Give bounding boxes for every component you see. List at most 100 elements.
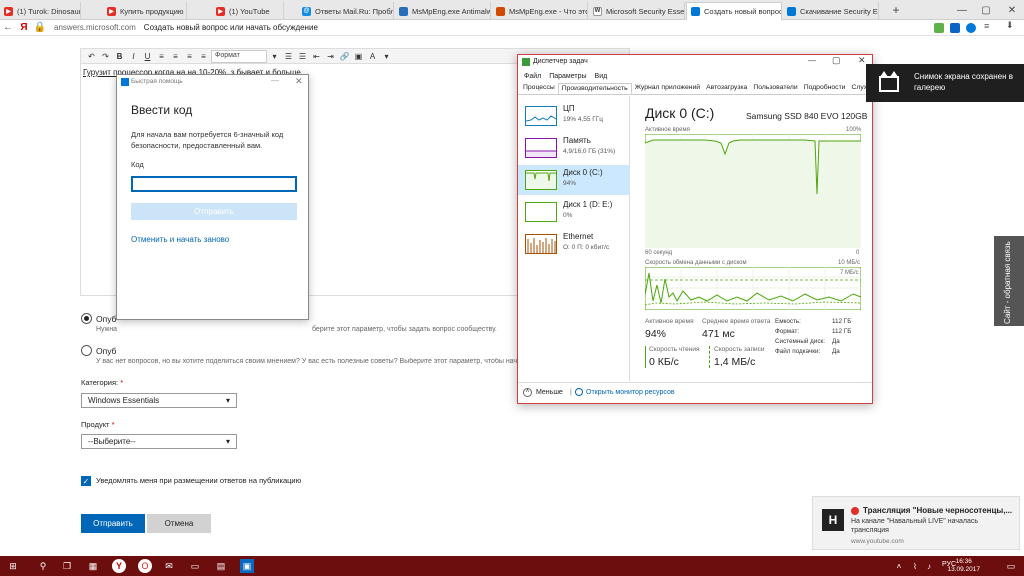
align-left-icon[interactable]: ≡	[155, 50, 168, 63]
product-select[interactable]: --Выберите-- ▾	[81, 434, 237, 449]
numbered-list-icon[interactable]: ☰	[296, 50, 309, 63]
resource-disk1[interactable]: Диск 1 (D: E:) 0%	[518, 197, 630, 227]
extension-icon[interactable]	[934, 23, 944, 33]
radio-question-desc-right: берите этот параметр, чтобы задать вопро…	[312, 326, 497, 333]
app-icon[interactable]: ▤	[214, 559, 228, 573]
cancel-restart-link[interactable]: Отменить и начать заново	[131, 235, 229, 244]
code-input[interactable]	[131, 176, 297, 192]
resource-memory[interactable]: Память 4,9/16,0 ГБ (31%)	[518, 133, 630, 163]
yandex-logo-icon[interactable]: Я	[16, 22, 32, 33]
volume-icon[interactable]: ♪	[922, 559, 936, 573]
close-icon[interactable]: ✕	[858, 55, 866, 66]
open-resource-monitor-link[interactable]: Открыть монитор ресурсов	[586, 389, 675, 396]
new-tab-button[interactable]: +	[884, 0, 908, 20]
browser-tab-active[interactable]: Создать новый вопрос	[686, 2, 782, 20]
tab-performance[interactable]: Производительность	[557, 83, 632, 94]
menu-options[interactable]: Параметры	[549, 73, 586, 80]
search-icon[interactable]: ⚲	[36, 559, 50, 573]
tray-chevron-icon[interactable]: ˄	[892, 559, 906, 573]
browser-tab[interactable]: W Microsoft Security Essent	[589, 2, 685, 20]
tab-users[interactable]: Пользователи	[750, 83, 800, 94]
outdent-icon[interactable]: ⇤	[310, 50, 323, 63]
submit-button[interactable]: Отправить	[81, 514, 145, 533]
back-icon[interactable]: ←	[0, 22, 16, 33]
yandex-browser-icon[interactable]: Y	[112, 559, 126, 573]
resource-disk0[interactable]: Диск 0 (C:) 94%	[518, 165, 630, 195]
browser-tab[interactable]: ▶ (1) YouTube	[212, 2, 284, 20]
tab-details[interactable]: Подробности	[801, 83, 849, 94]
align-right-icon[interactable]: ≡	[183, 50, 196, 63]
extension-icon[interactable]	[950, 23, 960, 33]
youtube-toast[interactable]: Н Трансляция "Новые черносотенцы,... На …	[812, 496, 1020, 550]
radio-question-desc-left: Нужна	[96, 326, 118, 333]
prop-format-value: 112 ГБ	[832, 328, 852, 335]
notify-label: Уведомлять меня при размещении ответов н…	[96, 476, 302, 485]
network-icon[interactable]: ⌇	[908, 559, 922, 573]
feedback-tab[interactable]: Сайт - обратная связь	[994, 236, 1024, 326]
store-icon[interactable]: ▦	[86, 559, 100, 573]
browser-tab[interactable]: MsMpEng.exe - Что это	[492, 2, 588, 20]
browser-tab[interactable]: Скачивание Security Esse	[783, 2, 879, 20]
onedrive-icon[interactable]	[966, 23, 976, 33]
radio-discussion-desc: У вас нет вопросов, но вы хотите поделит…	[96, 358, 518, 365]
tab-processes[interactable]: Процессы	[520, 83, 558, 94]
maximize-icon[interactable]: ▢	[832, 55, 841, 66]
browser-tab[interactable]: @ Ответы Mail.Ru: Пробле	[298, 2, 394, 20]
prop-system-value: Да	[832, 338, 840, 345]
bullet-list-icon[interactable]: ☰	[282, 50, 295, 63]
memory-thumbnail	[525, 138, 557, 158]
align-center-icon[interactable]: ≡	[169, 50, 182, 63]
browser-tab[interactable]: MsMpEng.exe Antimalwa	[395, 2, 491, 20]
category-select[interactable]: Windows Essentials ▾	[81, 393, 237, 408]
menu-file[interactable]: Файл	[524, 73, 541, 80]
action-center-icon[interactable]: ▭	[1004, 559, 1018, 573]
code-label: Код	[131, 160, 144, 169]
task-view-icon[interactable]: ❐	[60, 559, 74, 573]
minimize-icon[interactable]: —	[950, 0, 974, 20]
maximize-icon[interactable]: ▢	[974, 0, 998, 20]
undo-icon[interactable]: ↶	[85, 50, 98, 63]
quick-assist-taskbar-icon[interactable]: ▣	[240, 559, 254, 573]
microsoft-icon	[787, 6, 796, 16]
redo-icon[interactable]: ↷	[99, 50, 112, 63]
dropdown-icon[interactable]: ▾	[380, 50, 393, 63]
minimize-icon[interactable]: —	[271, 76, 279, 85]
opera-icon[interactable]: O	[138, 559, 152, 573]
browser-tab[interactable]: ▶Купить продукцию онла	[103, 2, 187, 20]
format-select[interactable]: Формат	[211, 49, 267, 63]
download-icon[interactable]: ⬇	[1006, 20, 1016, 30]
send-button[interactable]: Отправить	[131, 203, 297, 220]
folder-icon[interactable]: ▭	[188, 559, 202, 573]
prop-system-key: Системный диск:	[775, 338, 825, 345]
dropdown-icon[interactable]: ▾	[268, 50, 281, 63]
close-icon[interactable]: ✕	[295, 76, 303, 87]
fewer-details-button[interactable]: Меньше	[536, 389, 563, 396]
menu-icon[interactable]: ≡	[984, 21, 994, 31]
italic-icon[interactable]: I	[127, 50, 140, 63]
url-text[interactable]: answers.microsoft.com	[54, 23, 136, 32]
tab-startup[interactable]: Автозагрузка	[703, 83, 750, 94]
start-icon[interactable]: ⊞	[6, 559, 20, 573]
cancel-button[interactable]: Отмена	[147, 514, 211, 533]
radio-discussion[interactable]	[81, 345, 92, 356]
link-icon[interactable]: 🔗	[338, 50, 351, 63]
underline-icon[interactable]: U	[141, 50, 154, 63]
image-icon[interactable]: ▣	[352, 50, 365, 63]
indent-icon[interactable]: ⇥	[324, 50, 337, 63]
tab-app-history[interactable]: Журнал приложений	[632, 83, 703, 94]
screenshot-toast[interactable]: Снимок экрана сохранен в галерею	[866, 64, 1024, 102]
bold-icon[interactable]: B	[113, 50, 126, 63]
menu-view[interactable]: Вид	[595, 73, 608, 80]
browser-tab[interactable]: ▶(1) Turok: Dinosaur Hunte	[0, 2, 81, 20]
font-color-icon[interactable]: A	[366, 50, 379, 63]
minimize-icon[interactable]: —	[808, 56, 816, 65]
justify-icon[interactable]: ≡	[197, 50, 210, 63]
resource-cpu[interactable]: ЦП 19% 4,55 ГГц	[518, 101, 630, 131]
radio-question[interactable]	[81, 313, 92, 324]
notify-checkbox[interactable]: ✓	[81, 476, 91, 486]
close-icon[interactable]: ✕	[1000, 0, 1024, 20]
clock[interactable]: 16:36 13.09.2017	[947, 558, 980, 574]
resource-ethernet[interactable]: Ethernet О: 0 П: 0 кбит/с	[518, 229, 630, 259]
chevron-up-icon[interactable]: ˄	[523, 388, 532, 397]
mail-icon[interactable]: ✉	[162, 559, 176, 573]
